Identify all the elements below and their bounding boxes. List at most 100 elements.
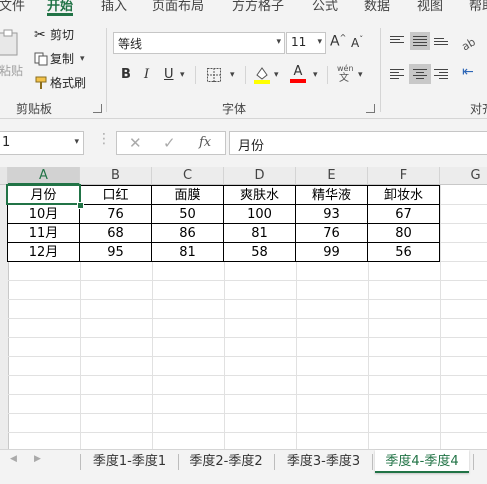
column-header-d[interactable]: D bbox=[224, 167, 296, 185]
underline-button[interactable]: U bbox=[164, 67, 174, 82]
bold-button[interactable]: B bbox=[121, 67, 131, 82]
spreadsheet-grid[interactable]: A B C D E F G 月份 口红 面膜 爽肤水 精华液 卸妆水 10月 7… bbox=[0, 167, 487, 449]
sheet-tab-q3[interactable]: 季度3-季度3 bbox=[277, 450, 370, 473]
tab-page-layout[interactable]: 页面布局 bbox=[152, 0, 204, 14]
font-name-select[interactable]: 等线 ▾ bbox=[113, 32, 285, 54]
bottom-align-icon[interactable] bbox=[434, 36, 448, 47]
scroll-left-icon[interactable]: ◀ bbox=[10, 454, 17, 464]
borders-dropdown-icon[interactable]: ▾ bbox=[230, 70, 235, 80]
clipboard-launcher-icon[interactable] bbox=[93, 104, 102, 113]
name-box-value: 1 bbox=[2, 135, 11, 150]
header-cell[interactable]: 精华液 bbox=[296, 186, 368, 205]
decrease-indent-icon[interactable]: ⇤ bbox=[462, 64, 474, 80]
table-cell[interactable]: 93 bbox=[296, 205, 368, 224]
grow-font-icon: A bbox=[330, 33, 340, 50]
cut-button[interactable]: ✂ 剪切 bbox=[34, 26, 74, 43]
column-header-a[interactable]: A bbox=[8, 167, 80, 185]
active-tab-indicator bbox=[47, 13, 73, 16]
align-left-icon[interactable] bbox=[390, 67, 404, 81]
table-cell[interactable]: 11月 bbox=[8, 224, 80, 243]
tab-separator bbox=[274, 454, 275, 470]
fill-color-icon[interactable] bbox=[253, 65, 271, 85]
table-cell[interactable]: 68 bbox=[80, 224, 152, 243]
column-header-g[interactable]: G bbox=[440, 167, 487, 185]
font-color-button[interactable]: A bbox=[290, 64, 306, 83]
separator bbox=[245, 66, 246, 84]
cancel-icon[interactable]: ✕ bbox=[129, 134, 142, 152]
font-size-select[interactable]: 11 ▾ bbox=[286, 32, 326, 54]
table-cell[interactable]: 67 bbox=[368, 205, 440, 224]
format-painter-label: 格式刷 bbox=[50, 76, 87, 90]
column-header-c[interactable]: C bbox=[152, 167, 224, 185]
underline-dropdown-icon[interactable]: ▾ bbox=[180, 70, 185, 80]
copy-dropdown-icon[interactable]: ▾ bbox=[80, 54, 85, 64]
formula-input[interactable]: 月份 bbox=[229, 131, 487, 155]
column-header-e[interactable]: E bbox=[296, 167, 368, 185]
table-cell[interactable]: 56 bbox=[368, 243, 440, 262]
table-cell[interactable]: 100 bbox=[224, 205, 296, 224]
font-name-value: 等线 bbox=[118, 37, 143, 51]
table-cell[interactable]: 50 bbox=[152, 205, 224, 224]
header-cell[interactable]: 口红 bbox=[80, 186, 152, 205]
scroll-right-icon[interactable]: ▶ bbox=[34, 454, 41, 464]
table-cell[interactable]: 12月 bbox=[8, 243, 80, 262]
name-box[interactable]: 1 ▾ bbox=[0, 131, 84, 155]
align-right-icon[interactable] bbox=[434, 67, 448, 81]
paste-button[interactable]: 粘贴 bbox=[0, 28, 26, 88]
ribbon: 文件 开始 插入 页面布局 方方格子 公式 数据 视图 帮助 粘贴 ✂ 剪切 复… bbox=[0, 0, 487, 119]
sheet-tab-q4[interactable]: 季度4-季度4 bbox=[375, 450, 469, 473]
table-cell[interactable]: 10月 bbox=[8, 205, 80, 224]
top-align-icon[interactable] bbox=[390, 34, 404, 45]
gridline bbox=[8, 394, 487, 395]
header-cell[interactable]: 爽肤水 bbox=[224, 186, 296, 205]
table-cell[interactable]: 81 bbox=[224, 224, 296, 243]
shrink-font-icon: A bbox=[351, 36, 360, 50]
table-cell[interactable]: 86 bbox=[152, 224, 224, 243]
column-header-b[interactable]: B bbox=[80, 167, 152, 185]
borders-icon[interactable] bbox=[206, 67, 222, 83]
font-launcher-icon[interactable] bbox=[366, 104, 375, 113]
tab-fangfang-gezi[interactable]: 方方格子 bbox=[232, 0, 284, 14]
tab-data[interactable]: 数据 bbox=[364, 0, 390, 14]
tab-file[interactable]: 文件 bbox=[0, 0, 25, 14]
table-cell[interactable]: 76 bbox=[80, 205, 152, 224]
phonetic-dropdown-icon[interactable]: ▾ bbox=[358, 70, 363, 80]
paste-icon bbox=[0, 29, 18, 56]
tab-help[interactable]: 帮助 bbox=[469, 0, 487, 14]
font-color-dropdown-icon[interactable]: ▾ bbox=[313, 70, 318, 80]
table-cell[interactable]: 95 bbox=[80, 243, 152, 262]
table-cell[interactable]: 80 bbox=[368, 224, 440, 243]
orientation-icon[interactable]: ab bbox=[460, 33, 480, 51]
insert-function-icon[interactable]: fx bbox=[199, 135, 211, 150]
format-painter-button[interactable]: 格式刷 bbox=[34, 74, 86, 91]
tab-insert[interactable]: 插入 bbox=[101, 0, 127, 14]
phonetic-button[interactable]: wén 文 bbox=[337, 64, 354, 85]
shrink-font-button[interactable]: Aˇ bbox=[351, 35, 363, 50]
table-cell[interactable]: 99 bbox=[296, 243, 368, 262]
font-color-icon: A bbox=[293, 64, 303, 79]
active-cell-outline bbox=[6, 184, 81, 205]
middle-align-icon[interactable] bbox=[410, 32, 430, 50]
select-all-corner[interactable] bbox=[0, 167, 8, 185]
fill-handle[interactable] bbox=[77, 202, 84, 209]
grow-font-button[interactable]: A^ bbox=[330, 33, 346, 50]
sheet-tab-q1[interactable]: 季度1-季度1 bbox=[83, 450, 176, 473]
name-box-resize-icon[interactable]: ⋮ bbox=[97, 131, 111, 147]
header-cell[interactable]: 卸妆水 bbox=[368, 186, 440, 205]
table-cell[interactable]: 58 bbox=[224, 243, 296, 262]
header-cell[interactable]: 面膜 bbox=[152, 186, 224, 205]
tab-formulas[interactable]: 公式 bbox=[312, 0, 338, 14]
column-header-f[interactable]: F bbox=[368, 167, 440, 185]
align-center-icon[interactable] bbox=[409, 64, 431, 84]
table-cell[interactable]: 76 bbox=[296, 224, 368, 243]
tab-home[interactable]: 开始 bbox=[47, 0, 73, 14]
gridline bbox=[8, 413, 487, 414]
fill-color-dropdown-icon[interactable]: ▾ bbox=[274, 70, 279, 80]
copy-button[interactable]: 复制 ▾ bbox=[34, 50, 85, 67]
phonetic-char: 文 bbox=[339, 73, 349, 84]
confirm-icon[interactable]: ✓ bbox=[163, 134, 176, 152]
table-cell[interactable]: 81 bbox=[152, 243, 224, 262]
sheet-tab-q2[interactable]: 季度2-季度2 bbox=[180, 450, 272, 473]
italic-button[interactable]: I bbox=[144, 67, 149, 82]
tab-view[interactable]: 视图 bbox=[417, 0, 443, 14]
